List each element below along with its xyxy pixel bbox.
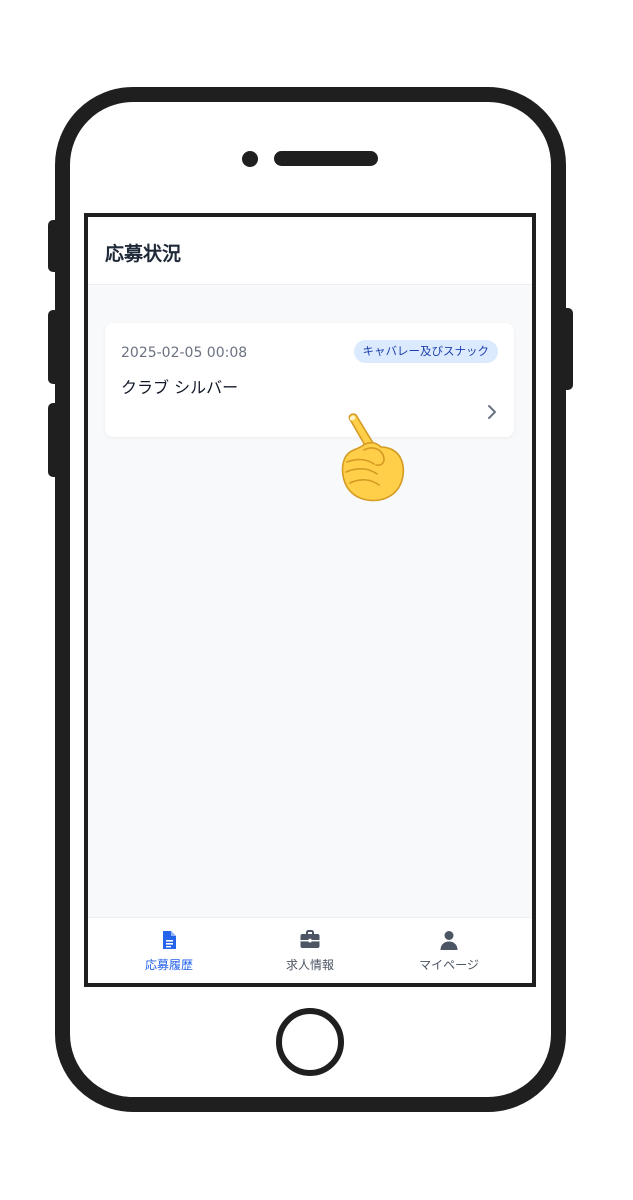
nav-label: マイページ <box>419 958 479 972</box>
user-icon <box>440 931 458 950</box>
app-screen: 応募状況 2025-02-05 00:08 キャバレー及びスナック クラブ シル… <box>84 213 536 987</box>
application-card[interactable]: 2025-02-05 00:08 キャバレー及びスナック クラブ シルバー <box>105 323 514 437</box>
page-title: 応募状況 <box>105 243 182 265</box>
earpiece-speaker <box>274 151 378 166</box>
application-date: 2025-02-05 00:08 <box>121 345 248 361</box>
category-badge: キャバレー及びスナック <box>353 340 498 363</box>
nav-item-my-page[interactable]: マイページ <box>375 918 523 983</box>
pointing-hand-icon <box>341 413 405 502</box>
front-camera <box>242 151 258 167</box>
club-name: クラブ シルバー <box>121 378 239 397</box>
app-header: 応募状況 <box>88 217 532 285</box>
nav-label: 求人情報 <box>285 958 334 972</box>
chevron-right-icon <box>488 405 496 419</box>
document-icon <box>163 931 176 949</box>
nav-label: 応募履歴 <box>144 958 193 972</box>
home-button <box>276 1008 344 1076</box>
nav-item-job-info[interactable]: 求人情報 <box>236 918 384 983</box>
nav-item-application-history[interactable]: 応募履歴 <box>95 918 243 983</box>
bottom-navigation: 応募履歴 求人情報 マイページ <box>88 917 532 983</box>
briefcase-icon <box>300 930 320 948</box>
